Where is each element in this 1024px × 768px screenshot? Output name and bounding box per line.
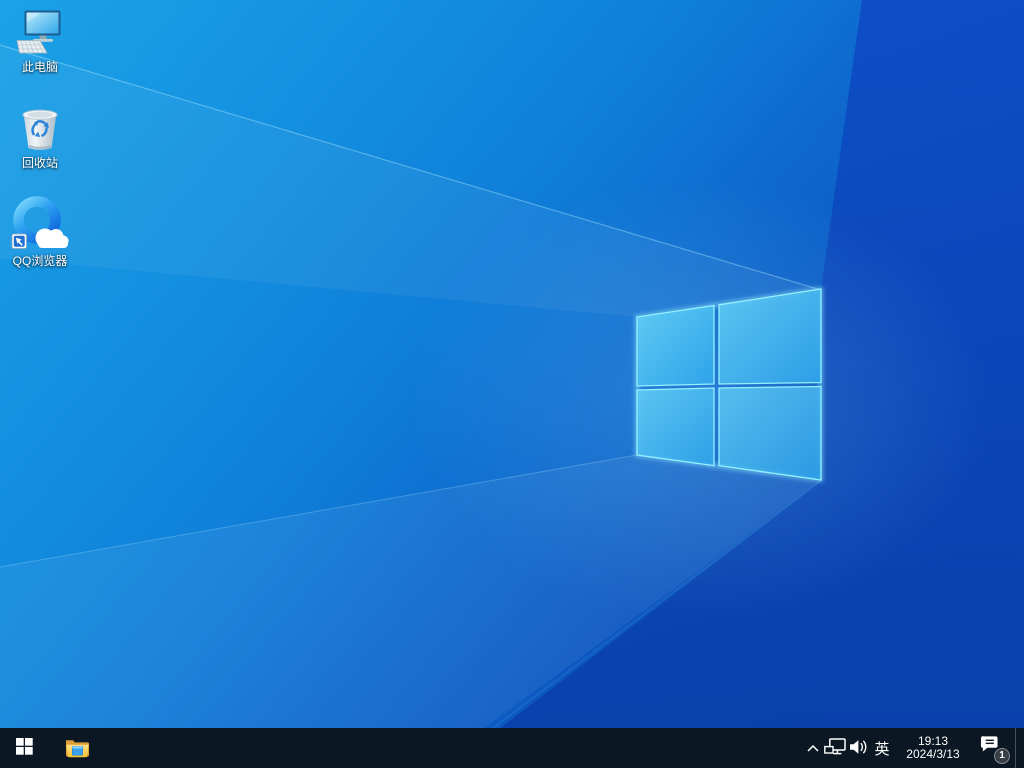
input-method-button[interactable]: 英 xyxy=(869,728,895,768)
network-button[interactable] xyxy=(823,728,847,768)
chevron-up-icon xyxy=(806,741,820,756)
speaker-volume-icon xyxy=(849,739,868,758)
shortcut-arrow-overlay xyxy=(12,234,27,249)
windows-logo-icon xyxy=(16,738,33,758)
recycle-bin-icon xyxy=(16,104,64,154)
start-button[interactable] xyxy=(0,728,48,768)
ethernet-network-icon xyxy=(824,738,846,759)
system-tray: 英 19:13 2024/3/13 1 xyxy=(803,728,1024,768)
qq-browser-icon xyxy=(11,196,69,252)
show-desktop-button[interactable] xyxy=(1015,728,1024,768)
notification-badge: 1 xyxy=(994,748,1010,764)
desktop-icon-label: 此电脑 xyxy=(22,61,58,74)
desktop-icon-qq-browser[interactable]: QQ浏览器 xyxy=(2,196,78,268)
taskbar: 英 19:13 2024/3/13 1 xyxy=(0,728,1024,768)
clock-button[interactable]: 19:13 2024/3/13 xyxy=(895,728,971,768)
action-center-button[interactable]: 1 xyxy=(971,728,1015,768)
wallpaper xyxy=(0,0,1024,768)
tray-expand-button[interactable] xyxy=(803,728,823,768)
file-explorer-button[interactable] xyxy=(53,728,101,768)
desktop-icon-label: QQ浏览器 xyxy=(13,255,68,268)
volume-button[interactable] xyxy=(847,728,869,768)
this-pc-icon xyxy=(16,8,64,58)
windows-desktop: 此电脑 xyxy=(0,0,1024,768)
input-method-indicator: 英 xyxy=(874,738,889,759)
desktop-icon-label: 回收站 xyxy=(22,157,58,170)
desktop-icon-this-pc[interactable]: 此电脑 xyxy=(2,8,78,74)
desktop-icon-recycle-bin[interactable]: 回收站 xyxy=(2,104,78,170)
folder-icon xyxy=(65,736,90,761)
clock-date: 2024/3/13 xyxy=(906,748,959,761)
